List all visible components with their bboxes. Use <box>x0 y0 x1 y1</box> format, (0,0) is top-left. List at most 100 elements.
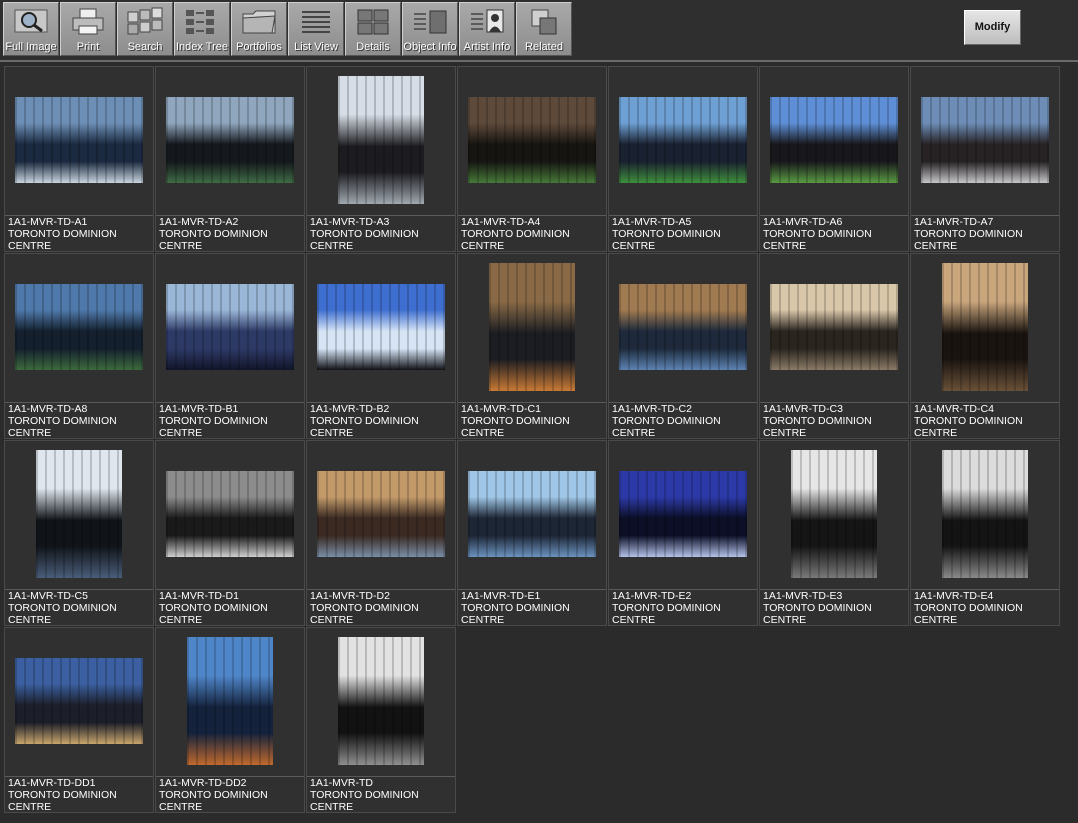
thumbnail-image[interactable] <box>15 284 143 370</box>
artist-info-button[interactable]: Artist Info <box>459 2 515 56</box>
full-image-label: Full Image <box>5 41 57 53</box>
thumbnail-image[interactable] <box>468 97 596 183</box>
thumbnail-card[interactable]: 1A1-MVR-TD-B1 TORONTO DOMINION CENTRE <box>155 253 305 439</box>
thumbnail-image[interactable] <box>15 658 143 744</box>
list-view-button[interactable]: List View <box>288 2 344 56</box>
thumbnail-card[interactable]: 1A1-MVR-TD-C3 TORONTO DOMINION CENTRE <box>759 253 909 439</box>
thumbnail-image[interactable] <box>338 637 424 765</box>
thumbnail-image[interactable] <box>770 97 898 183</box>
list-view-icon <box>302 11 330 33</box>
full-image-button[interactable]: Full Image <box>3 2 59 56</box>
thumbnail-card[interactable]: 1A1-MVR-TD-D2 TORONTO DOMINION CENTRE <box>306 440 456 626</box>
caption-title-line: CENTRE <box>310 614 354 626</box>
thumbnail-card[interactable]: 1A1-MVR-TD-DD1 TORONTO DOMINION CENTRE <box>4 627 154 813</box>
thumbnail-image[interactable] <box>619 284 747 370</box>
thumbnail-card[interactable]: 1A1-MVR-TD-C4 TORONTO DOMINION CENTRE <box>910 253 1060 439</box>
thumbnail-card[interactable]: 1A1-MVR-TD-C5 TORONTO DOMINION CENTRE <box>4 440 154 626</box>
caption-title-line: CENTRE <box>612 614 656 626</box>
thumbnail-card[interactable]: 1A1-MVR-TD-A8 TORONTO DOMINION CENTRE <box>4 253 154 439</box>
portfolios-button[interactable]: Portfolios <box>231 2 287 56</box>
caption-title-line: TORONTO DOMINION <box>461 228 570 240</box>
caption-title-line: TORONTO DOMINION <box>310 415 419 427</box>
details-button[interactable]: Details <box>345 2 401 56</box>
thumbnail-image[interactable] <box>187 637 273 765</box>
thumbnail-card[interactable]: 1A1-MVR-TD-A1 TORONTO DOMINION CENTRE <box>4 66 154 252</box>
thumbnail-caption: 1A1-MVR-TD-A7 TORONTO DOMINION CENTRE <box>911 215 1059 252</box>
thumbnail-image[interactable] <box>468 471 596 557</box>
caption-id: 1A1-MVR-TD-B1 <box>159 403 239 415</box>
print-label: Print <box>76 41 100 53</box>
thumbnail-area <box>911 441 1059 587</box>
caption-id: 1A1-MVR-TD-D2 <box>310 590 390 602</box>
thumbnail-image[interactable] <box>317 471 445 557</box>
thumbnail-caption: 1A1-MVR-TD-A3 TORONTO DOMINION CENTRE <box>307 215 455 252</box>
thumbnail-image[interactable] <box>317 284 445 370</box>
caption-title-line: CENTRE <box>310 427 354 439</box>
object-info-button[interactable]: Object Info <box>402 2 458 56</box>
printer-icon <box>72 8 104 35</box>
thumbnail-caption: 1A1-MVR-TD-E4 TORONTO DOMINION CENTRE <box>911 589 1059 626</box>
thumbnail-card[interactable]: 1A1-MVR-TD-A2 TORONTO DOMINION CENTRE <box>155 66 305 252</box>
thumbnail-caption: 1A1-MVR-TD-C1 TORONTO DOMINION CENTRE <box>458 402 606 439</box>
thumbnail-image[interactable] <box>166 471 294 557</box>
caption-title-line: CENTRE <box>159 427 203 439</box>
thumbnail-card[interactable]: 1A1-MVR-TD-B2 TORONTO DOMINION CENTRE <box>306 253 456 439</box>
thumbnail-image[interactable] <box>15 97 143 183</box>
thumbnail-image[interactable] <box>770 284 898 370</box>
thumbnail-card[interactable]: 1A1-MVR-TD-D1 TORONTO DOMINION CENTRE <box>155 440 305 626</box>
thumbnail-area <box>156 628 304 774</box>
caption-id: 1A1-MVR-TD-E1 <box>461 590 541 602</box>
thumbnail-overlay <box>489 263 575 391</box>
thumbnail-image[interactable] <box>942 450 1028 578</box>
thumbnail-card[interactable]: 1A1-MVR-TD-E4 TORONTO DOMINION CENTRE <box>910 440 1060 626</box>
thumbnail-card[interactable]: 1A1-MVR-TD-E3 TORONTO DOMINION CENTRE <box>759 440 909 626</box>
thumbnail-caption: 1A1-MVR-TD-E2 TORONTO DOMINION CENTRE <box>609 589 757 626</box>
thumbnail-area <box>5 254 153 400</box>
index-tree-button[interactable]: Index Tree <box>174 2 230 56</box>
caption-title-line: TORONTO DOMINION <box>914 228 1023 240</box>
thumbnail-card[interactable]: 1A1-MVR-TD-DD2 TORONTO DOMINION CENTRE <box>155 627 305 813</box>
thumbnail-card[interactable]: 1A1-MVR-TD-A5 TORONTO DOMINION CENTRE <box>608 66 758 252</box>
artist-info-label: Artist Info <box>463 41 511 53</box>
thumbnail-card[interactable]: 1A1-MVR-TD-E2 TORONTO DOMINION CENTRE <box>608 440 758 626</box>
thumbnail-image[interactable] <box>489 263 575 391</box>
caption-title-line: CENTRE <box>159 614 203 626</box>
thumbnail-card[interactable]: 1A1-MVR-TD-A4 TORONTO DOMINION CENTRE <box>457 66 607 252</box>
search-button[interactable]: Search <box>117 2 173 56</box>
caption-id: 1A1-MVR-TD-C4 <box>914 403 994 415</box>
caption-title-line: CENTRE <box>461 427 505 439</box>
thumbnail-caption: 1A1-MVR-TD-A1 TORONTO DOMINION CENTRE <box>5 215 153 252</box>
thumbnail-area <box>156 67 304 213</box>
thumbnail-image[interactable] <box>338 76 424 204</box>
thumbnail-caption: 1A1-MVR-TD-A4 TORONTO DOMINION CENTRE <box>458 215 606 252</box>
thumbnail-overlay <box>15 284 143 370</box>
thumbnail-card[interactable]: 1A1-MVR-TD-A6 TORONTO DOMINION CENTRE <box>759 66 909 252</box>
thumbnail-card[interactable]: 1A1-MVR-TD-A7 TORONTO DOMINION CENTRE <box>910 66 1060 252</box>
thumbnail-image[interactable] <box>619 97 747 183</box>
thumbnail-area <box>307 254 455 400</box>
portfolios-label: Portfolios <box>236 41 282 53</box>
thumbnail-image[interactable] <box>166 97 294 183</box>
thumbnail-overlay <box>468 97 596 183</box>
caption-title-line: CENTRE <box>763 614 807 626</box>
print-button[interactable]: Print <box>60 2 116 56</box>
thumbnail-image[interactable] <box>942 263 1028 391</box>
thumbnail-image[interactable] <box>36 450 122 578</box>
thumbnail-image[interactable] <box>921 97 1049 183</box>
thumbnail-caption: 1A1-MVR-TD-DD1 TORONTO DOMINION CENTRE <box>5 776 153 813</box>
thumbnail-card[interactable]: 1A1-MVR-TD TORONTO DOMINION CENTRE <box>306 627 456 813</box>
thumbnail-image[interactable] <box>791 450 877 578</box>
related-button[interactable]: Related <box>516 2 572 56</box>
modify-button[interactable]: Modify <box>964 10 1021 45</box>
thumbnail-caption: 1A1-MVR-TD-C3 TORONTO DOMINION CENTRE <box>760 402 908 439</box>
caption-title-line: TORONTO DOMINION <box>763 415 872 427</box>
thumbnail-card[interactable]: 1A1-MVR-TD-A3 TORONTO DOMINION CENTRE <box>306 66 456 252</box>
thumbnail-card[interactable]: 1A1-MVR-TD-C2 TORONTO DOMINION CENTRE <box>608 253 758 439</box>
thumbnail-image[interactable] <box>619 471 747 557</box>
thumbnail-caption: 1A1-MVR-TD-B1 TORONTO DOMINION CENTRE <box>156 402 304 439</box>
thumbnail-image[interactable] <box>166 284 294 370</box>
thumbnail-overlay <box>770 284 898 370</box>
thumbnail-card[interactable]: 1A1-MVR-TD-E1 TORONTO DOMINION CENTRE <box>457 440 607 626</box>
thumbnail-card[interactable]: 1A1-MVR-TD-C1 TORONTO DOMINION CENTRE <box>457 253 607 439</box>
caption-title-line: TORONTO DOMINION <box>461 602 570 614</box>
